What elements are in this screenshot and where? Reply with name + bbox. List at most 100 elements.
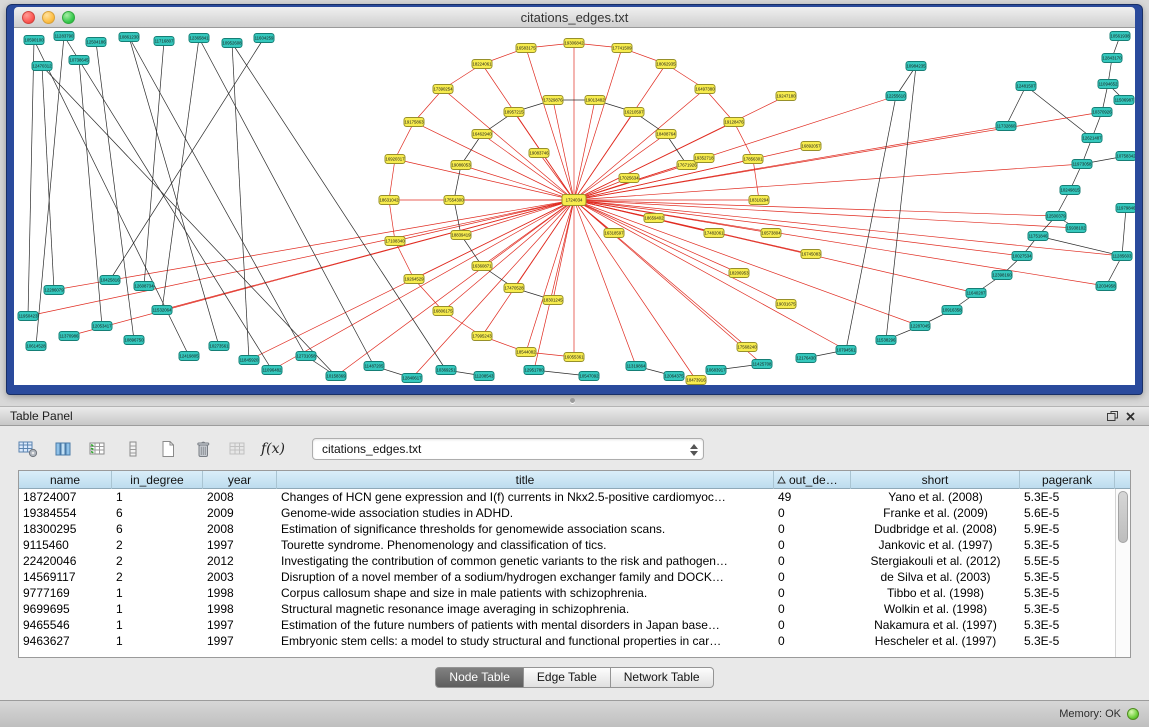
graph-node[interactable]: 12500379 (1046, 212, 1066, 221)
cell-short[interactable]: Jankovic et al. (1997) (851, 537, 1020, 553)
network-canvas[interactable]: 1724034183012451747052816360871188394191… (14, 28, 1135, 385)
cell-pagerank[interactable]: 5.3E-5 (1020, 569, 1115, 585)
cell-in-degree[interactable]: 6 (112, 505, 203, 521)
cell-out-degree[interactable]: 0 (774, 585, 851, 601)
graph-node[interactable]: 18957215 (504, 108, 524, 117)
cell-pagerank[interactable]: 5.3E-5 (1020, 601, 1115, 617)
graph-node[interactable]: 17025634 (619, 174, 639, 183)
cell-name[interactable]: 14569117 (19, 569, 112, 585)
cell-in-degree[interactable]: 2 (112, 569, 203, 585)
cell-in-degree[interactable]: 1 (112, 601, 203, 617)
cell-title[interactable]: Changes of HCN gene expression and I(f) … (277, 489, 774, 505)
graph-node[interactable]: 10370926 (1092, 108, 1112, 117)
graph-node[interactable]: 12470312 (32, 62, 52, 71)
graph-node[interactable]: 12419805 (179, 352, 199, 361)
cell-name[interactable]: 19384554 (19, 505, 112, 521)
tab-edge-table[interactable]: Edge Table (524, 667, 611, 688)
table-selector-combo[interactable]: citations_edges.txt (312, 438, 704, 460)
cell-out-degree[interactable]: 0 (774, 617, 851, 633)
column-header-in-degree[interactable]: in_degree (112, 471, 203, 489)
graph-node[interactable]: 11845920 (239, 356, 259, 365)
column-header-pagerank[interactable]: pagerank (1020, 471, 1115, 489)
graph-node[interactable]: 11096482 (262, 366, 282, 375)
graph-node[interactable]: 16806175 (433, 307, 453, 316)
cell-year[interactable]: 1997 (203, 633, 277, 649)
table-row[interactable]: 22420046 2 2012 Investigating the contri… (19, 553, 1115, 569)
graph-node[interactable]: 18544082 (516, 348, 536, 357)
graph-node[interactable]: 17568240 (737, 343, 757, 352)
graph-node[interactable]: 10794561 (836, 346, 856, 355)
table-settings-button[interactable] (16, 438, 40, 460)
graph-node[interactable]: 12365841 (189, 34, 209, 43)
graph-node[interactable]: 11538296 (876, 336, 896, 345)
row-tools-button[interactable] (121, 438, 145, 460)
graph-node[interactable]: 16920317 (385, 155, 405, 164)
table-row[interactable]: 9465546 1 1997 Estimation of the future … (19, 617, 1115, 633)
graph-node[interactable]: 12034958 (1096, 282, 1116, 291)
graph-node[interactable]: 10158369 (326, 372, 346, 381)
graph-node[interactable]: 10861230 (119, 33, 139, 42)
graph-node[interactable]: 10683917 (706, 366, 726, 375)
cell-short[interactable]: de Silva et al. (2003) (851, 569, 1020, 585)
cell-short[interactable]: Yano et al. (2008) (851, 489, 1020, 505)
cell-year[interactable]: 2003 (203, 569, 277, 585)
graph-node[interactable]: 11973058 (1072, 160, 1092, 169)
cell-short[interactable]: Nakamura et al. (1997) (851, 617, 1020, 633)
graph-node[interactable]: 19306842 (564, 39, 584, 48)
graph-node[interactable]: 12731058 (296, 352, 316, 361)
graph-node[interactable]: 12255610 (886, 92, 906, 101)
cell-year[interactable]: 2012 (203, 553, 277, 569)
graph-node[interactable]: 18224061 (472, 60, 492, 69)
graph-node[interactable]: 19031675 (776, 300, 796, 309)
cell-pagerank[interactable]: 5.6E-5 (1020, 505, 1115, 521)
graph-node[interactable]: 11751846 (1028, 232, 1048, 241)
graph-node[interactable]: 16360871 (472, 262, 492, 271)
graph-node[interactable]: 11319864 (626, 362, 646, 371)
column-header-name[interactable]: name (19, 471, 112, 489)
graph-node[interactable]: 10614528 (26, 342, 46, 351)
graph-node[interactable]: 11506987 (1114, 96, 1134, 105)
graph-node[interactable]: 16210597 (624, 108, 644, 117)
graph-node[interactable]: 11640287 (966, 289, 986, 298)
show-columns-button[interactable] (51, 438, 75, 460)
graph-node[interactable]: 19247180 (776, 92, 796, 101)
graph-node[interactable]: 18062935 (656, 60, 676, 69)
cell-in-degree[interactable]: 1 (112, 633, 203, 649)
tab-node-table[interactable]: Node Table (435, 667, 524, 688)
graph-node[interactable]: 10952608 (222, 39, 242, 48)
cell-year[interactable]: 1998 (203, 601, 277, 617)
cell-title[interactable]: Tourette syndrome. Phenomenology and cla… (277, 537, 774, 553)
graph-node[interactable]: 11532064 (152, 306, 172, 315)
float-panel-button[interactable] (1103, 408, 1121, 424)
cell-title[interactable]: Embryonic stem cells: a model to study s… (277, 633, 774, 649)
network-svg[interactable]: 1724034183012451747052816360871188394191… (14, 28, 1135, 385)
cell-name[interactable]: 9777169 (19, 585, 112, 601)
cell-name[interactable]: 9465546 (19, 617, 112, 633)
graph-node[interactable]: 19013482 (585, 96, 605, 105)
table-row[interactable]: 14569117 2 2003 Disruption of a novel me… (19, 569, 1115, 585)
cell-in-degree[interactable]: 2 (112, 537, 203, 553)
cell-name[interactable]: 9463627 (19, 633, 112, 649)
cell-short[interactable]: Franke et al. (2009) (851, 505, 1020, 521)
cell-name[interactable]: 9699695 (19, 601, 112, 617)
graph-node[interactable]: 11208543 (474, 372, 494, 381)
new-column-button[interactable] (86, 438, 110, 460)
graph-node[interactable]: 11604259 (254, 34, 274, 43)
cell-short[interactable]: Hescheler et al. (1997) (851, 633, 1020, 649)
cell-pagerank[interactable]: 5.3E-5 (1020, 585, 1115, 601)
import-table-button[interactable] (226, 438, 250, 460)
graph-node[interactable]: 10916358 (942, 306, 962, 315)
graph-node[interactable]: 11732860 (996, 122, 1016, 131)
graph-node[interactable]: 18839419 (451, 231, 471, 240)
graph-node[interactable]: 10369251 (436, 366, 456, 375)
cell-title[interactable]: Structural magnetic resonance image aver… (277, 601, 774, 617)
graph-node[interactable]: 17390254 (433, 85, 453, 94)
table-scrollbar[interactable] (1115, 489, 1130, 657)
table-row[interactable]: 18724007 1 2008 Changes of HCN gene expr… (19, 489, 1115, 505)
cell-out-degree[interactable]: 0 (774, 569, 851, 585)
column-header-title[interactable]: title (277, 471, 774, 489)
delete-button[interactable] (191, 438, 215, 460)
graph-node[interactable]: 16055361 (564, 353, 584, 362)
cell-short[interactable]: Tibbo et al. (1998) (851, 585, 1020, 601)
cell-short[interactable]: Wolkin et al. (1998) (851, 601, 1020, 617)
